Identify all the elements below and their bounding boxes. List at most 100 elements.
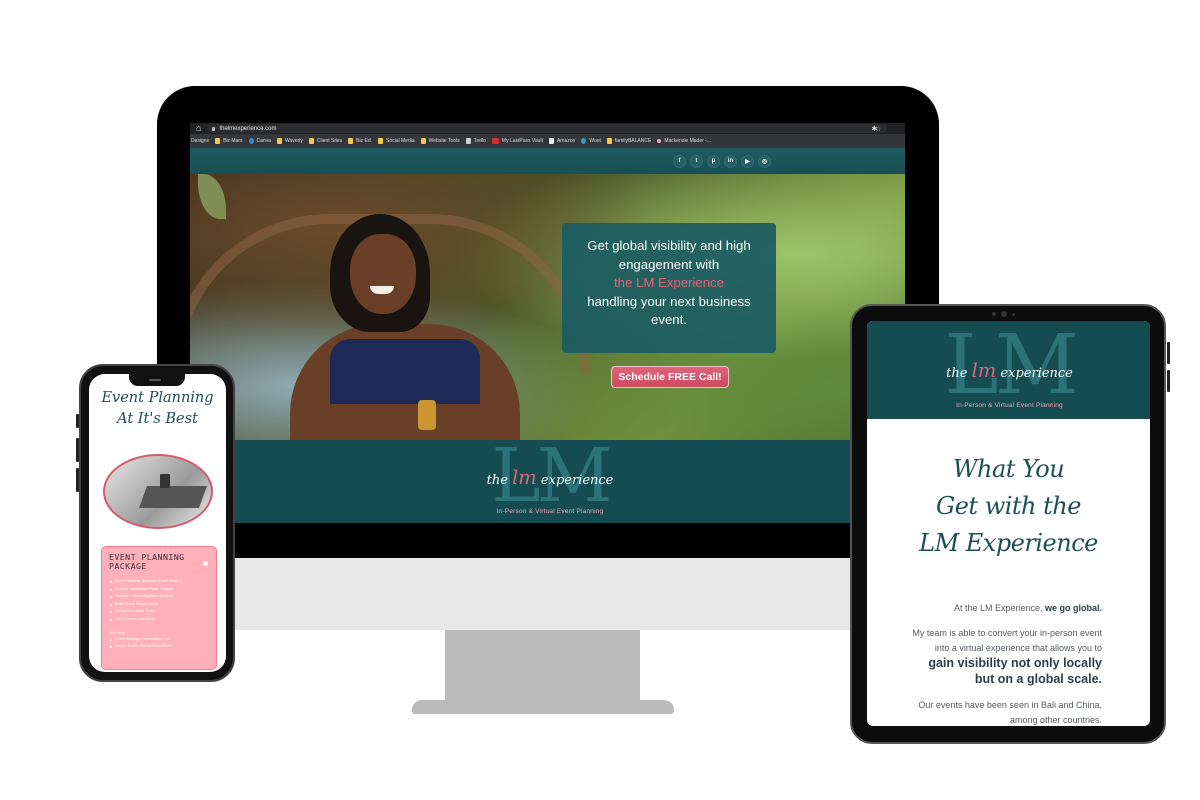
- monitor-chin: [190, 558, 905, 630]
- logo-script: the lm experience: [440, 466, 660, 489]
- extensions-icon[interactable]: ✱: [871, 125, 877, 133]
- home-icon[interactable]: ⌂: [196, 124, 201, 133]
- logo-script-suffix: experience: [1000, 366, 1073, 381]
- paragraph-visibility: My team is able to convert your in-perso…: [907, 626, 1102, 688]
- lastpass-icon: [491, 138, 499, 144]
- pinterest-icon[interactable]: p: [707, 154, 720, 168]
- twitter-icon[interactable]: t: [690, 154, 703, 168]
- phone-heading: Event Planning At It's Best: [89, 388, 226, 430]
- monitor-stand-neck: [445, 630, 640, 706]
- phone-button: [76, 438, 79, 462]
- bookmark-label: Client Sites: [316, 138, 343, 144]
- logo-script-accent: lm: [971, 359, 997, 382]
- bookmark-website-tools[interactable]: Website Tools: [420, 138, 460, 144]
- camera-lens: [1001, 311, 1007, 317]
- bookmark-mackenzie-mader[interactable]: Mackenzie Mader -...: [657, 138, 711, 144]
- browser-toolbar: ⌂ thelmexperience.com ☆ ✱: [190, 123, 905, 134]
- package-list: Event Planning Sessions (2 per month) Em…: [109, 578, 209, 624]
- tablet-logo[interactable]: LM the lm experience In-Person & Virtual…: [902, 323, 1117, 417]
- package-item: Email & Scheduled Phone Support: [109, 586, 209, 594]
- folder-icon: [378, 138, 383, 144]
- tablet-heading: What You Get with the LM Experience: [867, 451, 1150, 562]
- bookmark-label: Biz Mars: [223, 138, 243, 144]
- tablet-heading-line: Get with the: [936, 492, 1081, 520]
- package-item: Build Out of Virtual Venue: [109, 601, 209, 609]
- logo-script-prefix: the: [946, 366, 968, 381]
- hero-section: Get global visibility and high engagemen…: [190, 174, 905, 440]
- hero-photo-person: [290, 214, 520, 440]
- package-item: Virtual Run of the Show: [109, 608, 209, 616]
- paragraph-emphasis: gain visibility not only locally but on …: [928, 656, 1102, 686]
- bookmark-label: Social Media: [386, 138, 415, 144]
- hero-text: Get global visibility and high engagemen…: [587, 238, 751, 272]
- logo-tagline: In-Person & Virtual Event Planning: [956, 402, 1063, 409]
- device-mockup-scene: ⌂ thelmexperience.com ☆ ✱ Designs Biz Ma…: [0, 0, 1200, 800]
- folder-icon: [606, 138, 612, 144]
- bookmark-label: My LastPass Vault: [501, 138, 543, 144]
- folder-icon: [276, 138, 282, 144]
- bookmark-social-media[interactable]: Social Media: [378, 138, 415, 144]
- address-bar[interactable]: thelmexperience.com ☆: [207, 124, 888, 133]
- folder-icon: [348, 138, 354, 144]
- folder-icon: [308, 138, 314, 144]
- tablet-button: [1167, 370, 1170, 392]
- site-logo[interactable]: LM the lm experience In-Person & Virtual…: [440, 436, 660, 522]
- leaf-decoration: [198, 174, 226, 219]
- phone-screen: Event Planning At It's Best Event Planni…: [89, 374, 226, 672]
- paragraph-emphasis: we go global.: [1044, 603, 1102, 613]
- logo-tagline: In-Person & Virtual Event Planning: [496, 508, 604, 515]
- paragraph-text: My team is able to convert your in-perso…: [912, 628, 1102, 653]
- tablet-screen: LM the lm experience In-Person & Virtual…: [867, 321, 1150, 726]
- package-item: Day of Event Execution: [109, 616, 209, 624]
- tablet-body-text: At the LM Experience, we go global. My t…: [907, 601, 1102, 726]
- folder-icon: [420, 138, 426, 144]
- phone-heading-line: Event Planning: [101, 390, 214, 406]
- camera-dot: [992, 312, 996, 316]
- bookmark-label: familyBALANCE: [614, 138, 652, 144]
- person-arms: [310, 404, 500, 440]
- linkedin-icon[interactable]: in: [724, 154, 737, 168]
- phone-button: [76, 414, 79, 428]
- monitor-bezel: [190, 524, 905, 558]
- logo-script: the lm experience: [902, 359, 1117, 382]
- favicon-icon: [657, 139, 662, 143]
- logo-script-accent: lm: [512, 466, 537, 489]
- bookmark-canva[interactable]: Canva: [248, 138, 271, 144]
- package-title: Event Planning Package: [109, 552, 185, 571]
- trello-icon: [465, 138, 471, 144]
- phone-notch: [129, 374, 185, 386]
- logo-script-suffix: experience: [540, 473, 614, 488]
- lock-icon: [212, 126, 216, 131]
- hero-text: handling your next business event.: [587, 293, 751, 328]
- bookmark-label: Waverly: [284, 138, 303, 144]
- addon-item: Event Strategy Consultation Call: [109, 636, 209, 644]
- bookmark-label: Designs: [191, 138, 210, 144]
- bookmark-amazon[interactable]: Amazon: [548, 138, 575, 144]
- bookmark-biz-ed[interactable]: Biz Ed.: [348, 138, 372, 144]
- bookmark-lastpass[interactable]: My LastPass Vault: [491, 138, 543, 144]
- package-item: Timeline + Event Agenda Creation: [109, 593, 209, 601]
- addons-list: Event Strategy Consultation Call Simple …: [109, 636, 209, 651]
- desktop-screen: ⌂ thelmexperience.com ☆ ✱ Designs Biz Ma…: [190, 123, 905, 523]
- schedule-call-button[interactable]: Schedule FREE Call!: [611, 366, 729, 388]
- instagram-icon[interactable]: ◎: [758, 154, 771, 168]
- desktop-monitor: ⌂ thelmexperience.com ☆ ✱ Designs Biz Ma…: [157, 86, 939, 556]
- facebook-icon[interactable]: f: [673, 154, 686, 168]
- site-social-bar: f t p in ▶ ◎: [190, 148, 905, 174]
- tablet-heading-line: What You: [952, 455, 1065, 483]
- woot-icon: [581, 138, 587, 144]
- coffee-cup-shape: [160, 474, 170, 488]
- bookmark-waverly[interactable]: Waverly: [276, 138, 303, 144]
- camera-dot: [1012, 312, 1015, 316]
- bookmark-client-sites[interactable]: Client Sites: [308, 138, 343, 144]
- person-face: [350, 234, 416, 314]
- bookmark-biz-mars[interactable]: Biz Mars: [215, 138, 243, 144]
- youtube-icon[interactable]: ▶: [741, 154, 754, 168]
- bookmark-label: Mackenzie Mader -...: [664, 138, 711, 144]
- bookmarks-bar: Designs Biz Mars Canva Waverly Client Si…: [190, 134, 905, 148]
- bookmark-trello[interactable]: Trello: [465, 138, 486, 144]
- bookmark-label: Canva: [256, 138, 271, 144]
- bookmark-designs[interactable]: Designs: [191, 138, 209, 144]
- bookmark-woot[interactable]: Woot: [581, 138, 601, 144]
- bookmark-familybalance[interactable]: familyBALANCE: [606, 138, 652, 144]
